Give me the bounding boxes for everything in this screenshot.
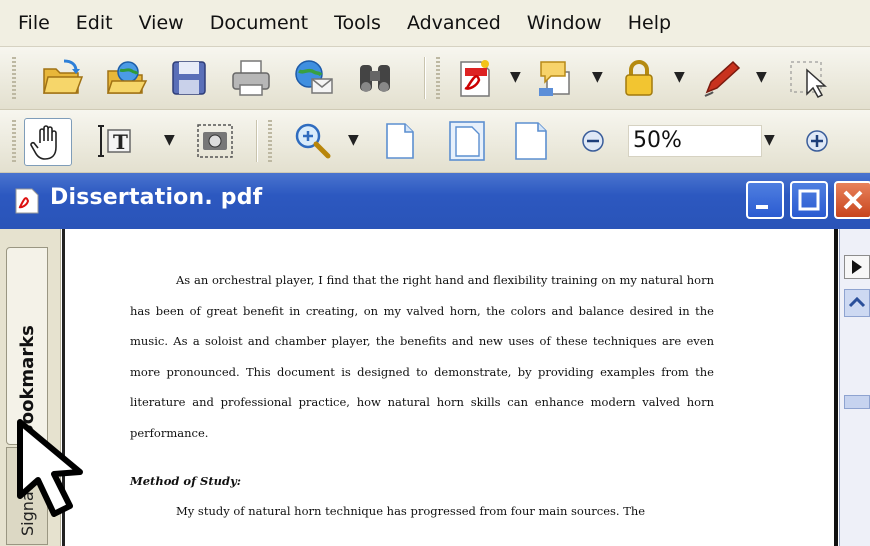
zoom-tool-dropdown-icon[interactable]: ▼ [348, 132, 359, 148]
hand-tool-button[interactable] [24, 118, 72, 166]
section-heading: Method of Study: [130, 474, 242, 488]
sign-dropdown-icon[interactable]: ▼ [756, 69, 767, 85]
zoom-in-icon [295, 123, 331, 159]
zoom-level-field[interactable]: 50% [628, 125, 762, 157]
minimize-button[interactable] [746, 181, 784, 219]
secure-dropdown-icon[interactable]: ▼ [674, 69, 685, 85]
select-text-icon: T [98, 125, 131, 157]
scroll-up-button[interactable] [844, 289, 870, 317]
menu-advanced[interactable]: Advanced [407, 12, 501, 34]
navigation-toolbar: T ▼ ▼ 50% ▼ [0, 110, 870, 173]
create-pdf-dropdown-icon[interactable]: ▼ [510, 69, 521, 85]
file-toolbar: ▼ ▼ ▼ ▼ [0, 47, 870, 110]
fit-width-icon [515, 122, 547, 160]
open-icon [43, 59, 84, 94]
document-title-bar[interactable]: Dissertation. pdf [0, 173, 870, 229]
menu-view[interactable]: View [139, 12, 184, 34]
zoom-out-button[interactable] [576, 118, 610, 164]
body-paragraph: My study of natural horn technique has p… [176, 504, 646, 518]
mouse-pointer-icon [17, 419, 83, 517]
select-text-dropdown-icon[interactable]: ▼ [164, 132, 175, 148]
save-icon [172, 61, 206, 95]
document-area: Bookmarks Signatures As an orchestral pl… [0, 229, 870, 546]
web-open-icon [106, 61, 148, 94]
select-tool-button[interactable] [784, 55, 830, 101]
secure-button[interactable] [616, 55, 662, 101]
menu-help[interactable]: Help [628, 12, 671, 34]
select-tool-icon [790, 61, 827, 98]
print-icon [232, 60, 270, 96]
fit-page-button[interactable] [444, 118, 490, 164]
zoom-out-circle-icon [582, 130, 604, 152]
email-button[interactable] [290, 55, 336, 101]
zoom-level-dropdown-icon[interactable]: ▼ [764, 132, 775, 148]
svg-text:T: T [113, 130, 128, 154]
snapshot-button[interactable] [192, 118, 238, 164]
page-border-right [834, 229, 838, 546]
toolbar-separator [424, 57, 426, 99]
menu-document[interactable]: Document [210, 12, 308, 34]
actual-size-button[interactable] [376, 118, 422, 164]
toolbar-grip[interactable] [268, 120, 272, 162]
hand-tool-icon [30, 125, 57, 160]
maximize-button[interactable] [790, 181, 828, 219]
zoom-in-button[interactable] [290, 118, 336, 164]
body-paragraph: As an orchestral player, I find that the… [130, 273, 714, 440]
web-open-button[interactable] [104, 55, 150, 101]
create-pdf-button[interactable] [452, 55, 498, 101]
create-pdf-icon [460, 60, 490, 97]
zoom-in-circle-icon [806, 130, 828, 152]
comment-dropdown-icon[interactable]: ▼ [592, 69, 603, 85]
menu-edit[interactable]: Edit [76, 12, 113, 34]
actual-size-icon [386, 123, 414, 159]
fit-width-button[interactable] [508, 118, 554, 164]
chevron-up-icon [848, 296, 866, 308]
pdf-document-icon [15, 188, 39, 214]
comment-button[interactable] [534, 55, 580, 101]
toolbar-grip[interactable] [436, 57, 440, 99]
toolbar-grip[interactable] [12, 57, 16, 99]
secure-lock-icon [625, 60, 653, 96]
expand-pane-button[interactable] [844, 255, 870, 279]
fit-page-icon [449, 121, 485, 161]
play-arrow-icon [852, 260, 862, 274]
tab-bookmarks[interactable]: Bookmarks [6, 247, 48, 445]
comment-icon [539, 61, 570, 96]
menu-tools[interactable]: Tools [334, 12, 381, 34]
close-button[interactable] [834, 181, 870, 219]
document-title: Dissertation. pdf [50, 185, 263, 210]
email-icon [295, 60, 333, 94]
snapshot-icon [197, 124, 233, 158]
page-text: As an orchestral player, I find that the… [130, 265, 714, 527]
select-text-button[interactable]: T [92, 118, 138, 164]
search-button[interactable] [352, 55, 398, 101]
save-button[interactable] [166, 55, 212, 101]
minimize-icon [756, 205, 768, 209]
acrobat-window: File Edit View Document Tools Advanced W… [0, 0, 870, 546]
menu-window[interactable]: Window [527, 12, 602, 34]
search-binoculars-icon [360, 65, 390, 92]
open-button[interactable] [40, 55, 86, 101]
sign-pen-icon [704, 60, 741, 97]
pdf-page[interactable]: As an orchestral player, I find that the… [61, 229, 839, 546]
toolbar-separator [256, 120, 258, 162]
right-scroll-pane [839, 229, 870, 546]
sign-button[interactable] [698, 55, 744, 101]
close-icon [843, 190, 863, 210]
maximize-icon [798, 189, 820, 211]
menu-file[interactable]: File [18, 12, 50, 34]
zoom-level-value: 50% [633, 128, 682, 153]
print-button[interactable] [228, 55, 274, 101]
scrollbar-thumb[interactable] [844, 395, 870, 409]
toolbar-grip[interactable] [12, 120, 16, 162]
menu-bar: File Edit View Document Tools Advanced W… [0, 0, 870, 47]
zoom-in-step-button[interactable] [800, 118, 834, 164]
